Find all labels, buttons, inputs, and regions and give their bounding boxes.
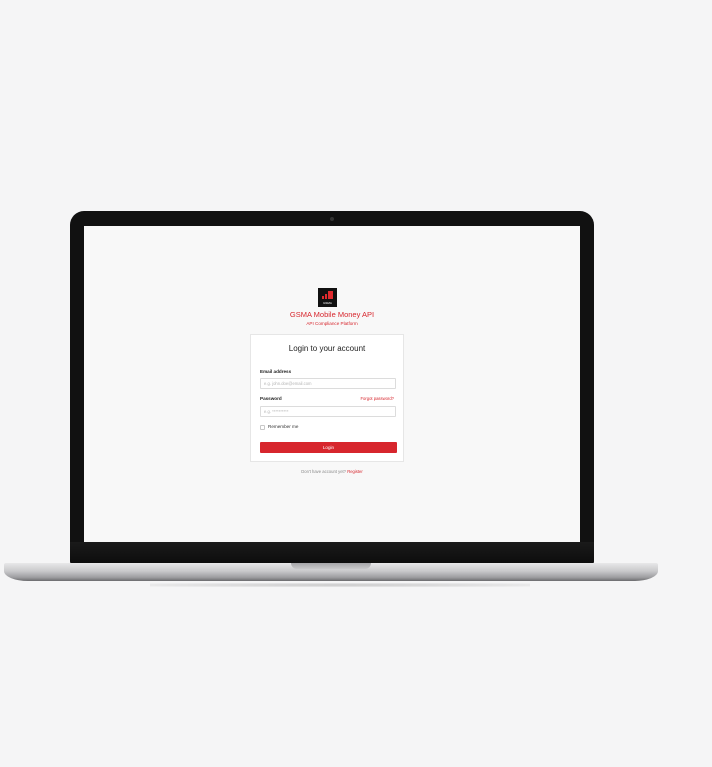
remember-me-checkbox[interactable] <box>260 425 265 430</box>
laptop-base <box>4 563 658 581</box>
camera-icon <box>330 217 334 221</box>
laptop-notch <box>291 563 371 569</box>
register-prompt-text: Don't have account yet? <box>301 469 348 474</box>
login-card: Login to your account Email address Pass… <box>250 334 404 462</box>
email-label: Email address <box>260 369 292 374</box>
forgot-password-link[interactable]: Forgot password? <box>360 396 394 402</box>
logo-text: GSMA <box>323 301 332 305</box>
password-label: Password <box>260 396 282 401</box>
register-link[interactable]: Register <box>347 469 363 474</box>
gsma-logo-icon: GSMA <box>318 288 337 307</box>
screen-bottom-bezel <box>70 542 594 565</box>
login-heading: Login to your account <box>288 344 366 353</box>
remember-me-label[interactable]: Remember me <box>268 424 298 430</box>
page-background: GSMA GSMA Mobile Money API API Complianc… <box>0 0 712 767</box>
brand-subtitle: API Compliance Platform <box>306 321 358 326</box>
login-button[interactable]: Login <box>260 442 397 453</box>
brand-title: GSMA Mobile Money API <box>289 310 375 319</box>
laptop-lid: GSMA GSMA Mobile Money API API Complianc… <box>70 211 594 565</box>
laptop-shadow <box>150 583 530 587</box>
laptop-screen: GSMA GSMA Mobile Money API API Complianc… <box>84 226 580 542</box>
password-field[interactable] <box>260 406 396 417</box>
register-prompt: Don't have account yet? Register <box>84 469 580 475</box>
email-field[interactable] <box>260 378 396 389</box>
